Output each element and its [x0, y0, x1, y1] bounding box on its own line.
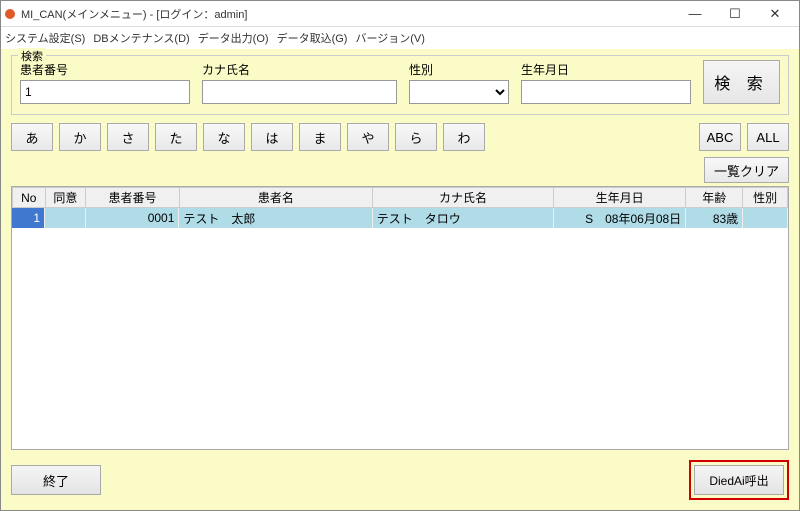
col-pno[interactable]: 患者番号 — [86, 188, 180, 208]
clear-list-button[interactable]: 一覧クリア — [704, 157, 789, 183]
menu-in[interactable]: データ取込(G) — [277, 30, 348, 46]
maximize-button[interactable]: ☐ — [715, 2, 755, 26]
gender-label: 性別 — [409, 61, 509, 78]
kana-button-9[interactable]: わ — [443, 123, 485, 151]
cell-no: 1 — [12, 208, 45, 228]
patient-grid: No 同意 患者番号 患者名 カナ氏名 生年月日 年齢 性別 10001テスト … — [11, 186, 789, 450]
kana-button-8[interactable]: ら — [395, 123, 437, 151]
menubar: システム設定(S) DBメンテナンス(D) データ出力(O) データ取込(G) … — [1, 27, 799, 49]
menu-out[interactable]: データ出力(O) — [198, 30, 269, 46]
table-row[interactable]: 1 0001テスト 太郎テスト タロウS 08年06月08日83歳 — [12, 208, 788, 228]
menu-system[interactable]: システム設定(S) — [5, 30, 85, 46]
col-age[interactable]: 年齢 — [686, 188, 743, 208]
cell-age: 83歳 — [686, 208, 743, 228]
col-birth[interactable]: 生年月日 — [554, 188, 686, 208]
kana-filter-row: あかさたなはまやらわ ABC ALL — [11, 123, 789, 151]
minimize-button[interactable]: — — [675, 2, 715, 26]
cell-birth: S 08年06月08日 — [553, 208, 685, 228]
app-icon — [5, 9, 15, 19]
kana-input[interactable] — [202, 80, 397, 104]
birth-label: 生年月日 — [521, 61, 691, 78]
cell-pno: 0001 — [85, 208, 179, 228]
patient-no-input[interactable] — [20, 80, 190, 104]
exit-button[interactable]: 終了 — [11, 465, 101, 495]
kana-button-5[interactable]: は — [251, 123, 293, 151]
close-button[interactable]: ✕ — [755, 2, 795, 26]
search-group: 検索 患者番号 カナ氏名 性別 生年月日 検 索 — [11, 55, 789, 115]
abc-button[interactable]: ABC — [699, 123, 741, 151]
cell-kana: テスト タロウ — [372, 208, 553, 228]
cell-gender — [743, 208, 788, 228]
kana-button-7[interactable]: や — [347, 123, 389, 151]
gender-select[interactable] — [409, 80, 509, 104]
birth-input[interactable] — [521, 80, 691, 104]
diedai-button[interactable]: DiedAi呼出 — [694, 465, 784, 495]
titlebar: MI_CAN(メインメニュー) - [ログイン：admin] — ☐ ✕ — [1, 1, 799, 27]
kana-button-3[interactable]: た — [155, 123, 197, 151]
search-button[interactable]: 検 索 — [703, 60, 780, 104]
col-no[interactable]: No — [13, 188, 46, 208]
all-button[interactable]: ALL — [747, 123, 789, 151]
kana-label: カナ氏名 — [202, 61, 397, 78]
diedai-highlight: DiedAi呼出 — [689, 460, 789, 500]
kana-button-2[interactable]: さ — [107, 123, 149, 151]
col-gender[interactable]: 性別 — [743, 188, 788, 208]
content-area: 検索 患者番号 カナ氏名 性別 生年月日 検 索 あかさたなはまやらわ ABC … — [1, 49, 799, 510]
kana-button-6[interactable]: ま — [299, 123, 341, 151]
footer: 終了 DiedAi呼出 — [11, 450, 789, 500]
kana-button-4[interactable]: な — [203, 123, 245, 151]
kana-button-0[interactable]: あ — [11, 123, 53, 151]
col-name[interactable]: 患者名 — [179, 188, 372, 208]
search-legend: 検索 — [18, 48, 46, 64]
col-consent[interactable]: 同意 — [45, 188, 86, 208]
window-title: MI_CAN(メインメニュー) - [ログイン：admin] — [21, 6, 675, 22]
kana-button-1[interactable]: か — [59, 123, 101, 151]
cell-name: テスト 太郎 — [179, 208, 372, 228]
menu-db[interactable]: DBメンテナンス(D) — [93, 30, 189, 46]
cell-consent — [45, 208, 86, 228]
menu-version[interactable]: バージョン(V) — [355, 30, 424, 46]
col-kana[interactable]: カナ氏名 — [373, 188, 554, 208]
